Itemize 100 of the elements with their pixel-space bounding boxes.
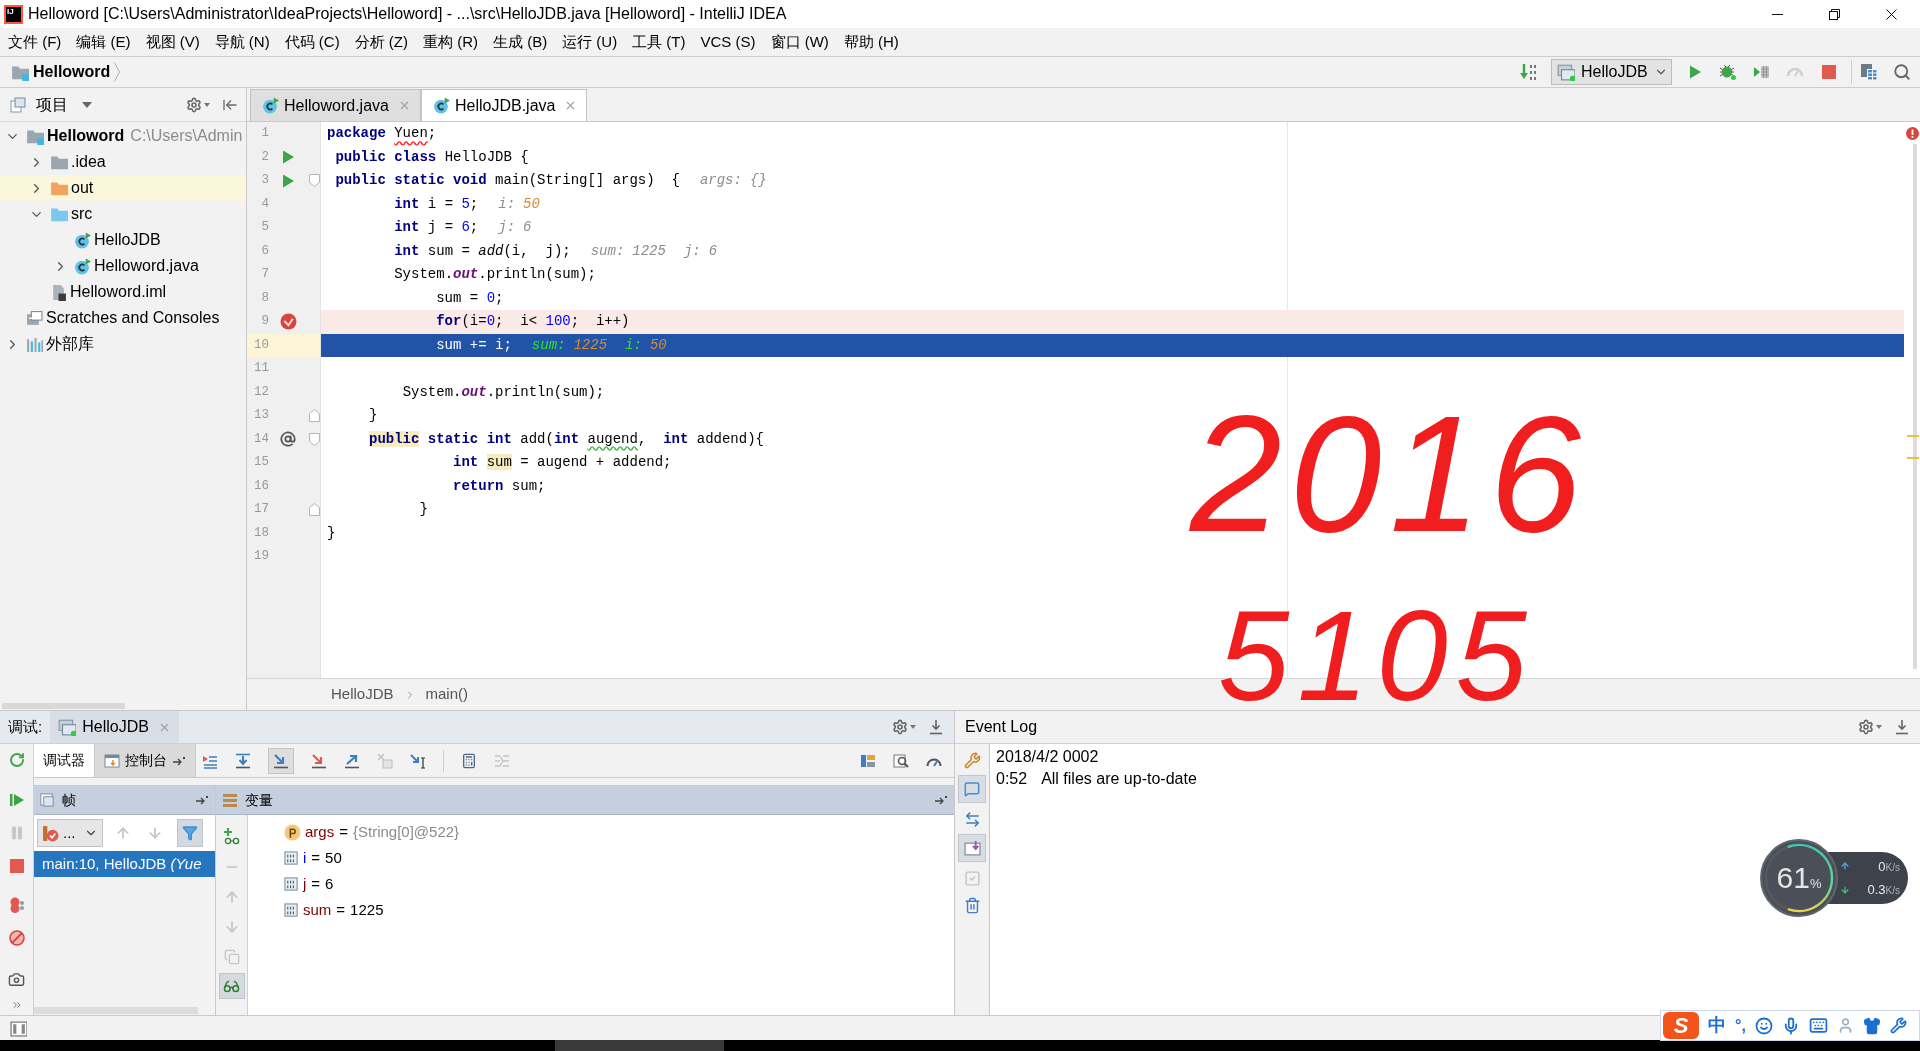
circle-slash-icon[interactable]: [8, 930, 25, 946]
input-mode-toggle[interactable]: 中: [1708, 1012, 1726, 1039]
tree-item[interactable]: Scratches and Consoles: [0, 305, 246, 331]
panel-toggle-icon[interactable]: [10, 1019, 27, 1037]
breakpoint-check-icon[interactable]: [279, 313, 297, 331]
wrench-icon[interactable]: [963, 752, 981, 769]
fold-marker-icon[interactable]: [309, 174, 320, 188]
run-configuration-dropdown[interactable]: HelloJDB: [1551, 59, 1672, 85]
tree-item[interactable]: src: [0, 201, 246, 227]
pin-arrow-icon[interactable]: [934, 795, 948, 805]
tree-item[interactable]: .idea: [0, 149, 246, 175]
settings-icon[interactable]: [1858, 719, 1874, 735]
checkbox-icon[interactable]: [963, 870, 981, 887]
variable-entry[interactable]: sum = 1225: [303, 898, 384, 922]
menu-item[interactable]: 重构 (R): [416, 30, 485, 54]
menu-item[interactable]: VCS (S): [693, 30, 763, 54]
arrow-down-to-line-icon[interactable]: [235, 752, 251, 769]
frame-item[interactable]: main:10, HelloJDB (Yue: [34, 851, 215, 877]
pin-arrow-icon[interactable]: [172, 755, 186, 766]
variable-entry[interactable]: j = 6: [303, 872, 334, 896]
plus-glasses-icon[interactable]: [222, 827, 241, 845]
debug-tab[interactable]: 调试器: [34, 744, 95, 777]
glasses-button[interactable]: [218, 973, 245, 999]
menu-item[interactable]: 代码 (C): [277, 30, 347, 54]
view-dropdown[interactable]: 项目: [36, 92, 92, 117]
editor-tab[interactable]: HelloJDB.java: [420, 89, 588, 121]
search-icon[interactable]: [1893, 63, 1911, 81]
warning-marker[interactable]: [1907, 457, 1919, 459]
document-magnifier-icon[interactable]: [893, 752, 909, 769]
tree-item[interactable]: Helloword.iml: [0, 279, 246, 305]
variable-entry[interactable]: i = 50: [303, 846, 342, 870]
balloon-button[interactable]: [958, 775, 986, 803]
run-triangle-icon[interactable]: [280, 172, 296, 189]
swap-arrows-icon[interactable]: [963, 811, 981, 828]
breadcrumb-item[interactable]: main(): [425, 683, 469, 706]
menu-item[interactable]: 文件 (F): [1, 30, 69, 54]
session-tab[interactable]: HelloJDB: [50, 711, 179, 743]
smiley-icon[interactable]: [1754, 1016, 1773, 1035]
arrow-with-bits-icon[interactable]: [1519, 62, 1539, 82]
tree-item[interactable]: Helloword C:\Users\Admin: [0, 123, 246, 149]
shirt-icon[interactable]: [1862, 1016, 1881, 1035]
menu-item[interactable]: 分析 (Z): [347, 30, 415, 54]
arrow-down-right-icon[interactable]: [311, 752, 327, 769]
camera-icon[interactable]: [8, 971, 25, 988]
hide-icon[interactable]: [1894, 719, 1910, 735]
chevrons-right-icon[interactable]: [10, 999, 23, 1011]
layout-icon[interactable]: [860, 752, 876, 769]
menu-item[interactable]: 视图 (V): [138, 30, 207, 54]
thread-dropdown[interactable]: ...: [37, 819, 103, 847]
settings-icon[interactable]: [186, 96, 202, 113]
grid-windows-icon[interactable]: [1860, 63, 1878, 81]
keyboard-icon[interactable]: [1808, 1016, 1828, 1035]
arrow-to-cursor-icon[interactable]: [410, 752, 426, 769]
run-triangle-icon[interactable]: [280, 149, 296, 166]
bug-icon[interactable]: [1719, 63, 1737, 81]
breadcrumb-item[interactable]: Helloword: [33, 60, 111, 84]
arrow-up-right-icon[interactable]: [344, 752, 360, 769]
tree-item[interactable]: 外部库: [0, 331, 246, 357]
tree-item[interactable]: Helloword.java: [0, 253, 246, 279]
error-indicator-icon[interactable]: [1906, 127, 1919, 140]
fold-marker-icon[interactable]: [309, 503, 320, 517]
arrow-down-right-icon[interactable]: [273, 752, 289, 769]
variable-entry[interactable]: args = {String[0]@522}: [305, 820, 460, 844]
wrench-icon[interactable]: [1889, 1017, 1907, 1034]
stop-square-icon[interactable]: [8, 858, 25, 874]
filter-button[interactable]: [176, 819, 203, 847]
calculator-icon[interactable]: [461, 752, 477, 769]
triangle-with-grid-icon[interactable]: [1753, 63, 1771, 81]
step-button[interactable]: [268, 747, 294, 774]
horizontal-scrollbar[interactable]: [2, 703, 125, 709]
menu-item[interactable]: 运行 (U): [555, 30, 625, 54]
run-triangle-icon[interactable]: [1687, 64, 1703, 80]
at-sign-icon[interactable]: [280, 431, 296, 448]
stacked-dots-icon[interactable]: [8, 897, 25, 913]
trash-icon[interactable]: [963, 897, 981, 914]
breadcrumb-item[interactable]: HelloJDB: [331, 683, 394, 706]
tree-item[interactable]: out: [0, 175, 246, 201]
scrollbar-thumb[interactable]: [1913, 144, 1917, 669]
punctuation-toggle[interactable]: °,: [1735, 1013, 1746, 1038]
menu-item[interactable]: 窗口 (W): [763, 30, 836, 54]
menu-item[interactable]: 工具 (T): [625, 30, 693, 54]
hide-icon[interactable]: [928, 719, 944, 735]
fold-marker-icon[interactable]: [309, 432, 320, 446]
bar-triangle-icon[interactable]: [8, 792, 25, 808]
editor-tab[interactable]: Helloword.java: [250, 89, 421, 121]
menu-item[interactable]: 帮助 (H): [836, 30, 906, 54]
circular-arrow-icon[interactable]: [8, 752, 25, 768]
pin-arrow-icon[interactable]: [195, 795, 209, 805]
stop-square-icon[interactable]: [1821, 64, 1837, 80]
restore-icon[interactable]: [1829, 8, 1840, 20]
menu-item[interactable]: 生成 (B): [486, 30, 555, 54]
close-icon[interactable]: [1886, 8, 1897, 20]
menu-item[interactable]: 导航 (N): [207, 30, 277, 54]
tree-item[interactable]: HelloJDB: [0, 227, 246, 253]
warning-marker[interactable]: [1907, 435, 1919, 437]
settings-icon[interactable]: [892, 719, 908, 735]
menu-item[interactable]: 编辑 (E): [69, 30, 138, 54]
horizontal-scrollbar[interactable]: [34, 1006, 198, 1014]
fold-marker-icon[interactable]: [309, 409, 320, 423]
scroll-button[interactable]: [958, 834, 986, 862]
